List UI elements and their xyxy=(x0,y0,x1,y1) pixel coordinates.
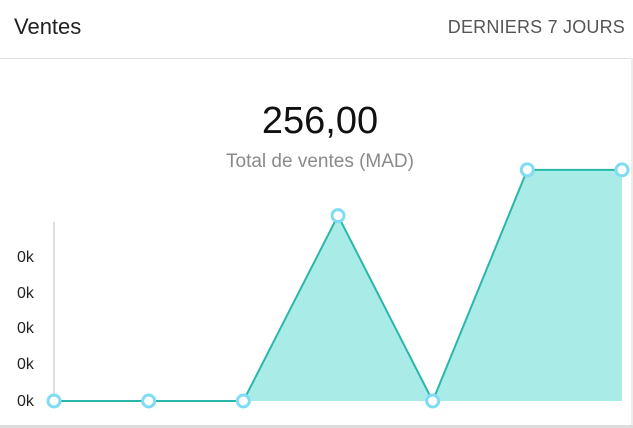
y-tick-label: 0k xyxy=(17,356,35,373)
sales-area-fill xyxy=(54,169,622,401)
y-tick-labels: 0k 0k 0k 0k 0k xyxy=(17,249,35,410)
y-tick-label: 0k xyxy=(17,249,35,266)
y-tick-label: 0k xyxy=(17,320,35,337)
sales-area-chart: 0k 0k 0k 0k 0k xyxy=(17,162,630,410)
data-point[interactable] xyxy=(614,162,630,178)
data-point[interactable] xyxy=(235,393,251,409)
data-point[interactable] xyxy=(519,162,535,178)
data-point[interactable] xyxy=(425,393,441,409)
data-point[interactable] xyxy=(330,208,346,224)
y-tick-label: 0k xyxy=(17,393,35,410)
y-tick-label: 0k xyxy=(17,285,35,302)
data-point[interactable] xyxy=(141,393,157,409)
data-point[interactable] xyxy=(46,393,62,409)
